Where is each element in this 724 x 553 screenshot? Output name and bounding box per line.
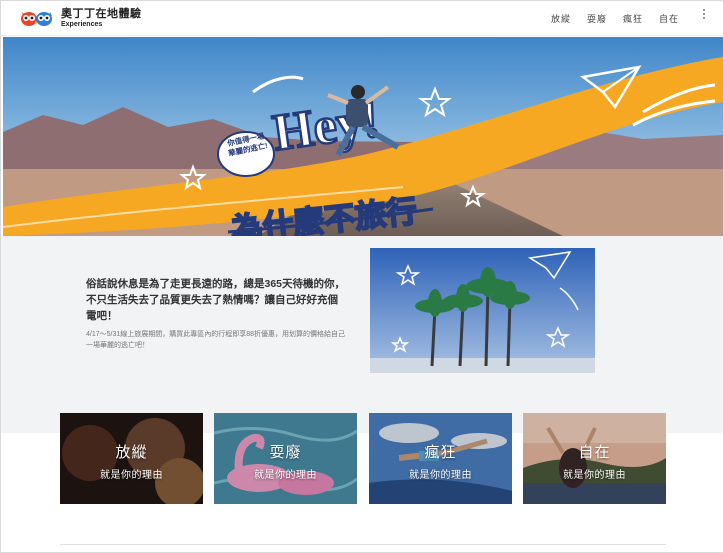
nav-item-crazy[interactable]: 瘋狂: [623, 12, 643, 25]
owl-mascot-icon: [20, 9, 56, 27]
card-lazy[interactable]: 耍廢 就是你的理由: [214, 413, 357, 504]
section-divider: [60, 544, 666, 545]
logo-subtitle: Experiences: [61, 20, 103, 28]
category-cards: 放縱 就是你的理由 耍廢 就是你的理由 瘋狂 就是你的理由 自在 就是你的理由: [60, 413, 666, 505]
card-free-title: 自在: [578, 444, 611, 461]
logo-title: 奧丁丁在地體驗: [61, 7, 142, 20]
card-lazy-title: 耍廢: [269, 444, 302, 461]
nav-item-indulge[interactable]: 放縱: [551, 12, 571, 25]
logo[interactable]: 奧丁丁在地體驗 Experiences: [20, 7, 142, 28]
intro-section: 俗話說休息是為了走更長遠的路，總是365天待機的你，不只生活失去了品質更失去了熱…: [1, 236, 723, 433]
card-crazy[interactable]: 瘋狂 就是你的理由: [369, 413, 512, 504]
card-free[interactable]: 自在 就是你的理由: [523, 413, 666, 504]
card-indulge-subtitle: 就是你的理由: [100, 470, 163, 481]
card-crazy-title: 瘋狂: [424, 444, 457, 461]
card-crazy-subtitle: 就是你的理由: [409, 470, 472, 481]
palm-trees-image: [370, 248, 595, 373]
intro-heading: 俗話說休息是為了走更長遠的路，總是365天待機的你，不只生活失去了品質更失去了熱…: [86, 278, 346, 322]
intro-body: 4/17～5/31線上旅展期間，購買此專區內的行程即享88折優惠，用划算的價格給…: [86, 331, 346, 349]
main-nav: 放縱 耍廢 瘋狂 自在: [551, 1, 679, 36]
top-header: 奧丁丁在地體驗 Experiences 放縱 耍廢 瘋狂 自在: [1, 1, 723, 36]
nav-item-free[interactable]: 自在: [659, 12, 679, 25]
hero-banner: Hey! 為什麼不旅行 你值得一場 華麗的逃亡!: [3, 37, 723, 236]
card-indulge-title: 放縱: [115, 444, 148, 461]
page: 奧丁丁在地體驗 Experiences 放縱 耍廢 瘋狂 自在 Hey! 為什麼…: [0, 0, 724, 553]
nav-item-lazy[interactable]: 耍廢: [587, 12, 607, 25]
card-lazy-subtitle: 就是你的理由: [254, 470, 317, 481]
card-indulge[interactable]: 放縱 就是你的理由: [60, 413, 203, 504]
hero-illustration: Hey! 為什麼不旅行: [3, 37, 723, 236]
more-menu-icon[interactable]: [703, 9, 707, 19]
card-free-subtitle: 就是你的理由: [563, 470, 626, 481]
